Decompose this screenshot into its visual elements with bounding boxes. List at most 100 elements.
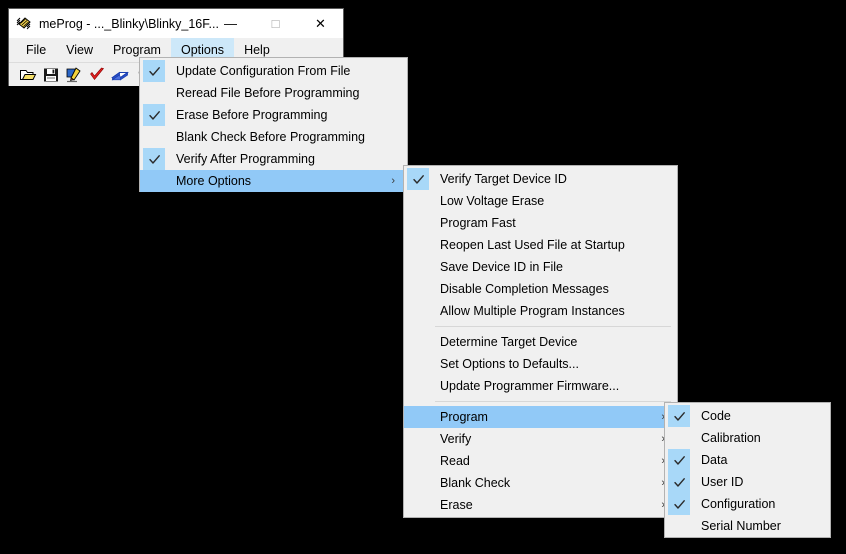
menu-item-reopen-last-used-file-at-startup[interactable]: Reopen Last Used File at Startup <box>404 234 677 256</box>
checkmark-icon <box>143 60 165 82</box>
checkbox-slot <box>407 212 429 234</box>
chip-icon <box>15 15 33 33</box>
checkbox-slot <box>407 256 429 278</box>
checkmark-icon <box>668 405 690 427</box>
menu-item-program-fast[interactable]: Program Fast <box>404 212 677 234</box>
close-button[interactable]: ✕ <box>298 9 343 38</box>
menu-item-label: Blank Check <box>440 476 511 490</box>
menu-item-code[interactable]: Code <box>665 405 830 427</box>
checkmark-icon <box>668 449 690 471</box>
menu-item-label: Read <box>440 454 470 468</box>
menu-item-label: Configuration <box>701 497 776 511</box>
menu-item-label: Low Voltage Erase <box>440 194 545 208</box>
save-file-icon[interactable] <box>42 66 60 84</box>
menu-item-blank-check[interactable]: Blank Check › <box>404 472 677 494</box>
checkmark-icon <box>668 471 690 493</box>
checkbox-slot <box>143 82 165 104</box>
menu-item-program[interactable]: Program › <box>404 406 677 428</box>
menu-item-serial-number[interactable]: Serial Number <box>665 515 830 537</box>
checkbox-slot <box>407 353 429 375</box>
menu-item-determine-target-device[interactable]: Determine Target Device <box>404 331 677 353</box>
checkbox-slot <box>143 126 165 148</box>
read-icon[interactable] <box>110 66 130 84</box>
menu-item-label: More Options <box>176 174 252 188</box>
program-device-icon[interactable] <box>65 66 83 84</box>
menu-item-erase[interactable]: Erase › <box>404 494 677 516</box>
verify-icon[interactable] <box>88 66 106 84</box>
screen: meProg - ..._Blinky\Blinky_16F... — □ ✕ … <box>0 0 846 554</box>
menu-item-allow-multiple-program-instances[interactable]: Allow Multiple Program Instances <box>404 300 677 322</box>
checkbox-slot <box>668 427 690 449</box>
menu-item-label: Program <box>440 410 488 424</box>
menu-item-read[interactable]: Read › <box>404 450 677 472</box>
menu-item-label: Verify <box>440 432 472 446</box>
checkmark-icon <box>143 104 165 126</box>
checkbox-slot <box>668 515 690 537</box>
checkbox-slot <box>407 331 429 353</box>
open-file-icon[interactable] <box>19 66 37 84</box>
checkbox-slot <box>407 278 429 300</box>
title-bar[interactable]: meProg - ..._Blinky\Blinky_16F... — □ ✕ <box>9 9 343 38</box>
menu-item-label: Allow Multiple Program Instances <box>440 304 625 318</box>
checkbox-slot <box>407 450 429 472</box>
menu-item-label: Program Fast <box>440 216 516 230</box>
menu-item-label: Reread File Before Programming <box>176 86 360 100</box>
menu-item-label: Reopen Last Used File at Startup <box>440 238 625 252</box>
menu-item-update-programmer-firmware[interactable]: Update Programmer Firmware... <box>404 375 677 397</box>
menubar-item-view[interactable]: View <box>56 38 103 62</box>
checkbox-slot <box>407 428 429 450</box>
menu-item-save-device-id-in-file[interactable]: Save Device ID in File <box>404 256 677 278</box>
menu-separator <box>435 401 671 402</box>
menu-item-verify-after-programming[interactable]: Verify After Programming <box>140 148 407 170</box>
menu-item-label: Verify Target Device ID <box>440 172 567 186</box>
window-controls: — □ ✕ <box>208 9 343 38</box>
menu-item-low-voltage-erase[interactable]: Low Voltage Erase <box>404 190 677 212</box>
checkmark-icon <box>407 168 429 190</box>
menu-item-label: Erase <box>440 498 473 512</box>
menu-item-label: Set Options to Defaults... <box>440 357 579 371</box>
menu-item-label: Serial Number <box>701 519 781 533</box>
menu-item-configuration[interactable]: Configuration <box>665 493 830 515</box>
menu-item-erase-before-programming[interactable]: Erase Before Programming <box>140 104 407 126</box>
program-submenu: Code Calibration Data User ID Configurat… <box>664 402 831 538</box>
menu-item-verify-target-device-id[interactable]: Verify Target Device ID <box>404 168 677 190</box>
menu-item-update-configuration-from-file[interactable]: Update Configuration From File <box>140 60 407 82</box>
checkbox-slot <box>407 472 429 494</box>
menu-item-blank-check-before-programming[interactable]: Blank Check Before Programming <box>140 126 407 148</box>
menu-item-disable-completion-messages[interactable]: Disable Completion Messages <box>404 278 677 300</box>
menubar-item-file[interactable]: File <box>16 38 56 62</box>
menu-item-more-options[interactable]: More Options › <box>140 170 407 192</box>
maximize-button[interactable]: □ <box>253 9 298 38</box>
menu-item-label: Data <box>701 453 728 467</box>
menu-item-verify[interactable]: Verify › <box>404 428 677 450</box>
menu-item-calibration[interactable]: Calibration <box>665 427 830 449</box>
menu-item-label: Erase Before Programming <box>176 108 328 122</box>
checkbox-slot <box>407 375 429 397</box>
options-dropdown-menu: Update Configuration From File Reread Fi… <box>139 57 408 192</box>
menu-item-label: Determine Target Device <box>440 335 578 349</box>
checkbox-slot <box>143 170 165 192</box>
checkmark-icon <box>143 148 165 170</box>
menu-item-label: Update Programmer Firmware... <box>440 379 620 393</box>
menu-separator <box>435 326 671 327</box>
menu-item-set-options-to-defaults[interactable]: Set Options to Defaults... <box>404 353 677 375</box>
checkbox-slot <box>407 234 429 256</box>
checkbox-slot <box>407 190 429 212</box>
menu-item-label: Update Configuration From File <box>176 64 351 78</box>
menu-item-label: User ID <box>701 475 744 489</box>
checkbox-slot <box>407 406 429 428</box>
menu-item-label: Blank Check Before Programming <box>176 130 365 144</box>
more-options-submenu: Verify Target Device ID Low Voltage Eras… <box>403 165 678 518</box>
menu-item-reread-file-before-programming[interactable]: Reread File Before Programming <box>140 82 407 104</box>
menu-item-label: Code <box>701 409 731 423</box>
menu-item-label: Verify After Programming <box>176 152 315 166</box>
checkbox-slot <box>407 300 429 322</box>
menu-item-label: Save Device ID in File <box>440 260 563 274</box>
checkbox-slot <box>407 494 429 516</box>
menu-item-label: Disable Completion Messages <box>440 282 609 296</box>
menu-item-user-id[interactable]: User ID <box>665 471 830 493</box>
menu-item-data[interactable]: Data <box>665 449 830 471</box>
minimize-button[interactable]: — <box>208 9 253 38</box>
checkmark-icon <box>668 493 690 515</box>
menu-item-label: Calibration <box>701 431 761 445</box>
